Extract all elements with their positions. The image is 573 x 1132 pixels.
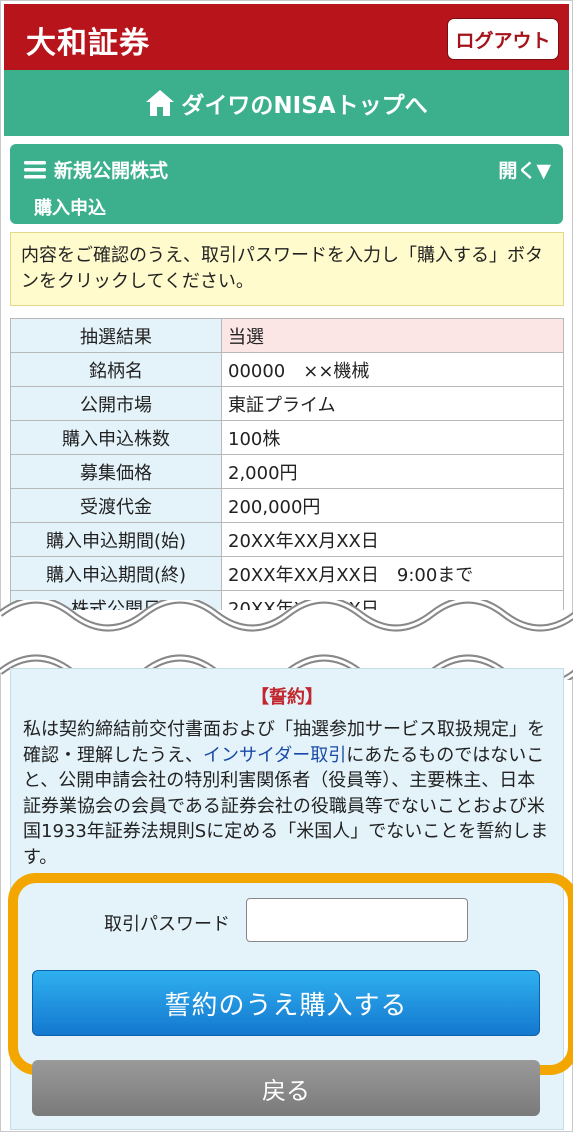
details-row: 購入申込株数 100株 — [10, 420, 564, 455]
details-label: 受渡代金 — [10, 488, 222, 523]
oath-text: 私は契約締結前交付書面および「抽選参加サービス取扱規定」を確認・理解したうえ、イ… — [23, 717, 553, 870]
details-row: 受渡代金 200,000円 — [10, 488, 564, 523]
header-bar: 大和証券 ログアウト — [4, 4, 569, 70]
details-row: 購入申込期間(始) 20XX年XX月XX日 — [10, 522, 564, 557]
details-value: 20XX年XX月XX日 — [221, 522, 564, 557]
details-table: 抽選結果 当選 銘柄名 00000 ××機械 公開市場 東証プライム 購入申込株数 100株募… — [10, 318, 564, 610]
nisa-top-link[interactable]: ダイワのNISAトップへ — [4, 70, 569, 136]
category-header: 新規公開株式 開く▼ 購入申込 — [10, 144, 563, 224]
details-row: 銘柄名 00000 ××機械 — [10, 352, 564, 387]
expand-toggle[interactable]: 開く▼ — [498, 156, 551, 183]
category-subtitle: 購入申込 — [34, 198, 106, 219]
home-icon — [145, 89, 175, 117]
insider-trading-link[interactable]: インサイダー取引 — [203, 745, 346, 766]
details-label: 購入申込期間(終) — [10, 556, 222, 591]
details-row: 公開市場 東証プライム — [10, 386, 564, 421]
details-value: 2,000円 — [221, 454, 564, 489]
details-value: 100株 — [221, 420, 564, 455]
back-button[interactable]: 戻る — [32, 1060, 540, 1116]
details-label: 募集価格 — [10, 454, 222, 489]
details-value: 当選 — [221, 318, 564, 353]
details-row: 購入申込期間(終) 20XX年XX月XX日 9:00まで — [10, 556, 564, 591]
details-row: 募集価格 2,000円 — [10, 454, 564, 489]
details-label: 抽選結果 — [10, 318, 222, 353]
details-label: 公開市場 — [10, 386, 222, 421]
highlight-frame — [8, 873, 573, 1075]
nisa-top-label: ダイワのNISAトップへ — [181, 93, 428, 119]
daiwa-logo: 大和証券 — [26, 26, 150, 61]
details-label: 銘柄名 — [10, 352, 222, 387]
menu-icon — [24, 160, 46, 179]
details-label: 購入申込株数 — [10, 420, 222, 455]
details-value: 東証プライム — [221, 386, 564, 421]
category-title: 新規公開株式 — [54, 160, 169, 182]
details-value: 200,000円 — [221, 488, 564, 523]
details-label: 購入申込期間(始) — [10, 522, 222, 557]
instruction-notice: 内容をご確認のうえ、取引パスワードを入力し「購入する」ボタンをクリックしてくださ… — [10, 232, 564, 306]
oath-title: 【誓約】 — [251, 687, 323, 708]
details-row: 抽選結果 当選 — [10, 318, 564, 353]
details-table-wrap: 抽選結果 当選 銘柄名 00000 ××機械 公開市場 東証プライム 購入申込株数 100株募… — [10, 318, 564, 610]
details-value: 20XX年XX月XX日 9:00まで — [221, 556, 564, 591]
logout-button[interactable]: ログアウト — [447, 18, 559, 60]
details-value: 00000 ××機械 — [221, 352, 564, 387]
